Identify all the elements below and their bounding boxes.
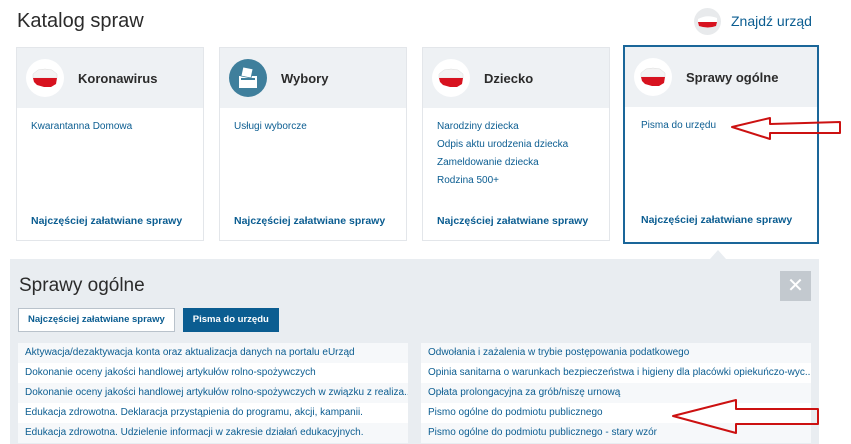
- case-list-item[interactable]: Aktywacja/dezaktywacja konta oraz aktual…: [18, 343, 408, 363]
- card-dziecko[interactable]: Dziecko Narodziny dziecka Odpis aktu uro…: [422, 47, 610, 241]
- card-link[interactable]: Pisma do urzędu: [641, 117, 817, 135]
- card-footer-link[interactable]: Najczęściej załatwiane sprawy: [437, 215, 588, 227]
- poland-map-icon: [26, 59, 64, 97]
- find-office-link[interactable]: Znajdź urząd: [694, 7, 812, 35]
- poland-map-icon: [432, 59, 470, 97]
- panel-title: Sprawy ogólne: [19, 275, 145, 296]
- poland-map-icon: [634, 58, 672, 96]
- card-links: Kwarantanna Domowa: [17, 108, 203, 136]
- card-links: Narodziny dziecka Odpis aktu urodzenia d…: [423, 108, 609, 190]
- card-links: Pisma do urzędu: [625, 107, 817, 135]
- card-title: Wybory: [281, 70, 329, 86]
- card-link[interactable]: Usługi wyborcze: [234, 118, 406, 136]
- case-list-item[interactable]: Opinia sanitarna o warunkach bezpieczeńs…: [421, 363, 811, 383]
- case-list-item[interactable]: Edukacja zdrowotna. Deklaracja przystąpi…: [18, 403, 408, 423]
- case-list-item[interactable]: Pismo ogólne do podmiotu publicznego: [421, 403, 811, 423]
- card-links: Usługi wyborcze: [220, 108, 406, 136]
- tab-letters-to-office[interactable]: Pisma do urzędu: [182, 308, 279, 332]
- right-case-list: Odwołania i zażalenia w trybie postępowa…: [421, 343, 811, 443]
- panel-pointer: [710, 250, 726, 259]
- case-list-item[interactable]: Edukacja zdrowotna. Udzielenie informacj…: [18, 423, 408, 443]
- poland-flag-icon: [694, 7, 721, 35]
- page-title: Katalog spraw: [17, 10, 144, 32]
- card-title: Dziecko: [484, 70, 534, 86]
- close-button[interactable]: ✕: [780, 271, 811, 301]
- card-footer-link[interactable]: Najczęściej załatwiane sprawy: [641, 214, 792, 226]
- card-wybory[interactable]: Wybory Usługi wyborcze Najczęściej załat…: [219, 47, 407, 241]
- card-title: Koronawirus: [78, 70, 158, 86]
- card-link[interactable]: Kwarantanna Domowa: [31, 118, 203, 136]
- case-list-item[interactable]: Pismo ogólne do podmiotu publicznego - s…: [421, 423, 811, 443]
- card-footer-link[interactable]: Najczęściej załatwiane sprawy: [234, 215, 385, 227]
- case-list-item[interactable]: Odwołania i zażalenia w trybie postępowa…: [421, 343, 811, 363]
- card-header: Wybory: [220, 48, 406, 108]
- card-header: Dziecko: [423, 48, 609, 108]
- card-title: Sprawy ogólne: [686, 69, 779, 85]
- card-header: Koronawirus: [17, 48, 203, 108]
- card-link[interactable]: Odpis aktu urodzenia dziecka: [437, 136, 609, 154]
- case-list-item[interactable]: Dokonanie oceny jakości handlowej artyku…: [18, 383, 408, 403]
- card-link[interactable]: Rodzina 500+: [437, 172, 609, 190]
- card-link[interactable]: Narodziny dziecka: [437, 118, 609, 136]
- card-header: Sprawy ogólne: [625, 47, 817, 107]
- card-link[interactable]: Zameldowanie dziecka: [437, 154, 609, 172]
- find-office-label: Znajdź urząd: [731, 13, 812, 29]
- tab-most-common[interactable]: Najczęściej załatwiane sprawy: [18, 308, 175, 332]
- card-sprawy-ogolne[interactable]: Sprawy ogólne Pisma do urzędu Najczęście…: [623, 45, 819, 244]
- left-case-list: Aktywacja/dezaktywacja konta oraz aktual…: [18, 343, 408, 443]
- case-list-item[interactable]: Dokonanie oceny jakości handlowej artyku…: [18, 363, 408, 383]
- card-footer-link[interactable]: Najczęściej załatwiane sprawy: [31, 215, 182, 227]
- panel-tabs: Najczęściej załatwiane sprawy Pisma do u…: [18, 308, 279, 332]
- case-list-item[interactable]: Opłata prolongacyjna za grób/niszę urnow…: [421, 383, 811, 403]
- ballot-box-icon: [229, 59, 267, 97]
- category-panel: Sprawy ogólne ✕ Najczęściej załatwiane s…: [10, 259, 819, 444]
- card-koronawirus[interactable]: Koronawirus Kwarantanna Domowa Najczęści…: [16, 47, 204, 241]
